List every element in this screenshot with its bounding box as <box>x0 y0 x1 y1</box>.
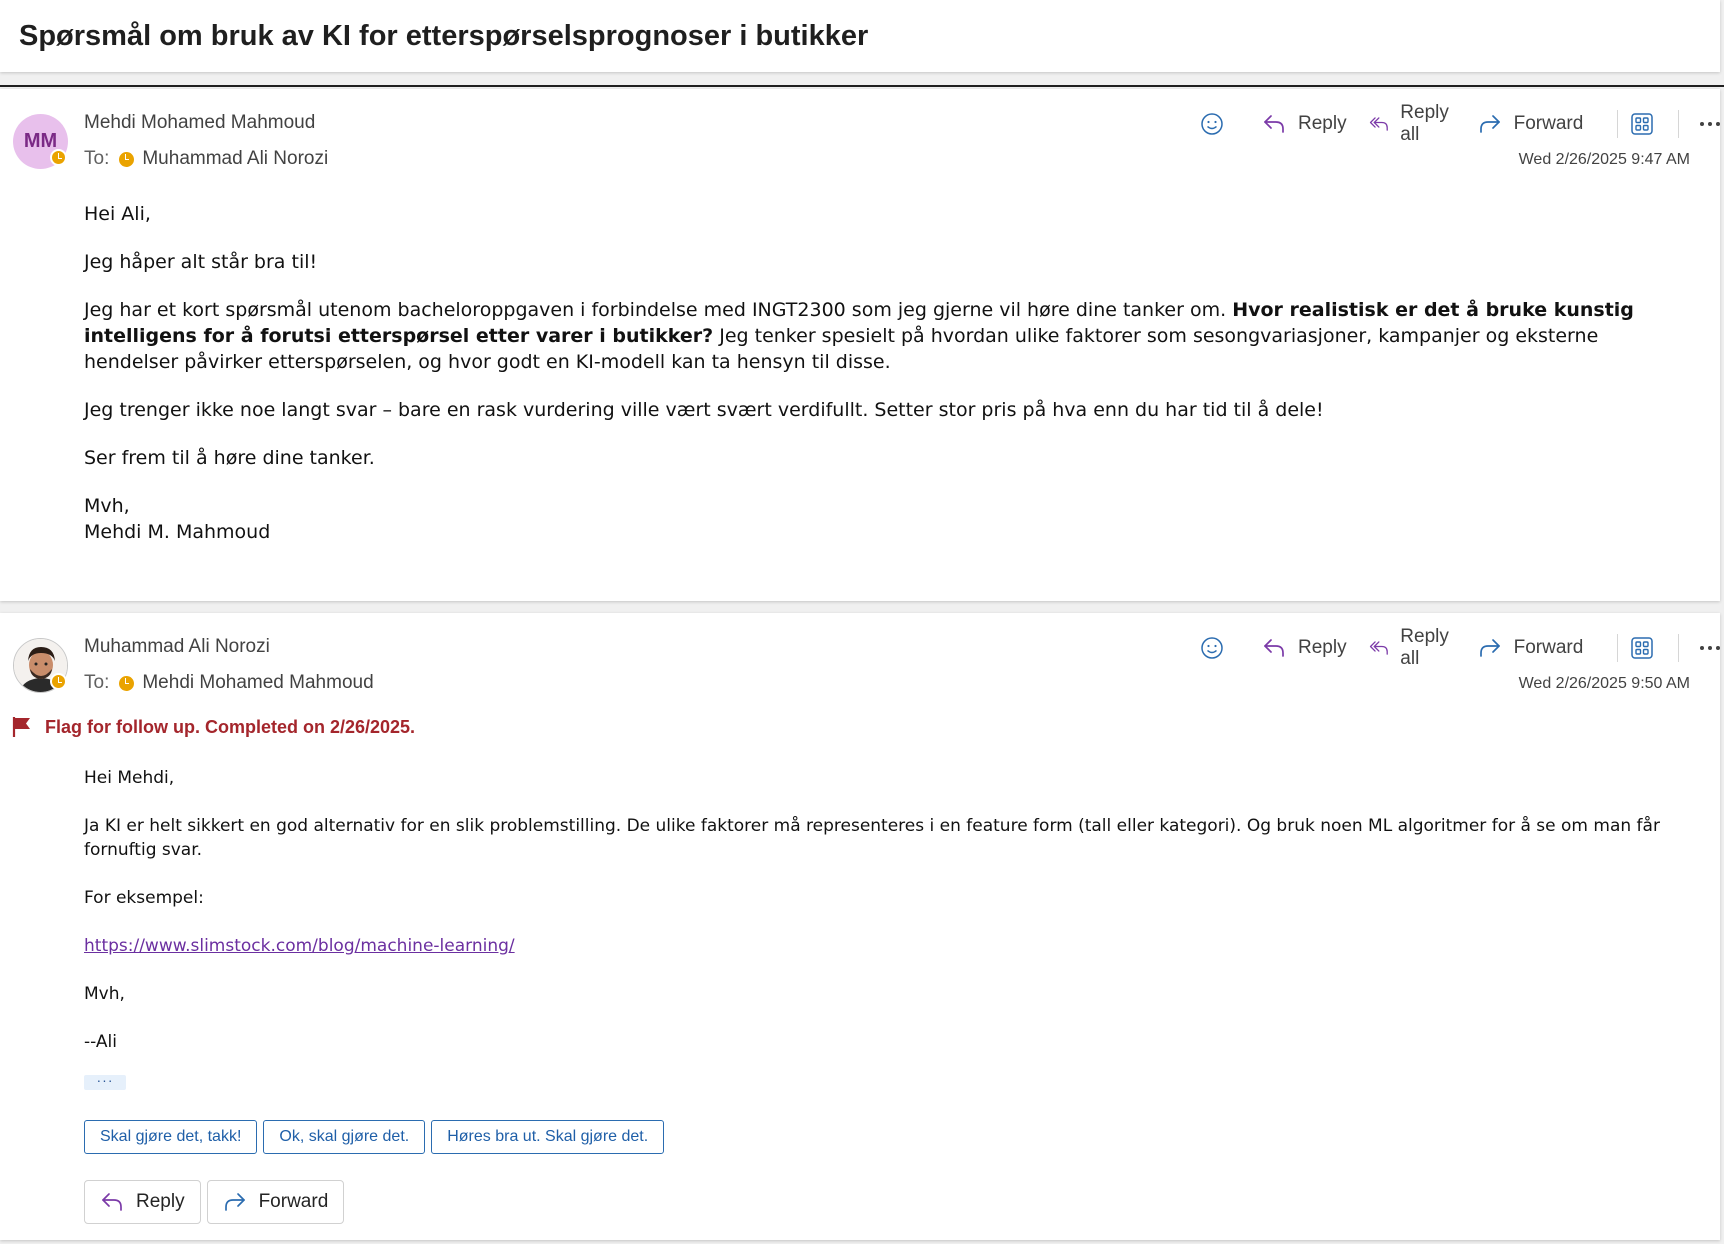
reply-label: Reply <box>136 1191 185 1212</box>
apps-icon <box>1631 637 1653 659</box>
message-body: Hei Mehdi, Ja KI er helt sikkert en god … <box>84 766 1684 1078</box>
signoff: Mvh, <box>84 984 125 1004</box>
signoff: Mvh, <box>84 495 130 517</box>
body-paragraph: Jeg har et kort spørsmål utenom bachelor… <box>84 297 1684 375</box>
apps-button[interactable] <box>1630 636 1666 660</box>
divider <box>0 85 1724 87</box>
body-paragraph: Jeg håper alt står bra til! <box>84 251 318 273</box>
forward-label: Forward <box>1513 637 1584 658</box>
recipient-line: To: Mehdi Mohamed Mahmoud <box>84 672 374 694</box>
flag-icon <box>12 717 30 737</box>
more-actions-button[interactable] <box>1699 121 1724 127</box>
reply-all-label: Reply all <box>1400 626 1449 669</box>
suggested-reply-button[interactable]: Ok, skal gjøre det. <box>263 1120 426 1154</box>
forward-button[interactable]: Forward <box>1478 637 1584 659</box>
message-actions: Reply Reply all Forward <box>1200 102 1724 145</box>
reply-button[interactable]: Reply <box>1262 637 1347 659</box>
sender-name[interactable]: Mehdi Mohamed Mahmoud <box>84 112 315 134</box>
reply-button[interactable]: Reply <box>1262 113 1347 135</box>
presence-away-icon <box>50 149 67 166</box>
recipient-name[interactable]: Muhammad Ali Norozi <box>142 148 328 170</box>
reply-icon <box>102 1193 122 1211</box>
smiley-icon <box>1201 637 1223 659</box>
forward-icon <box>1479 639 1500 657</box>
to-label: To: <box>84 148 110 169</box>
bottom-forward-button[interactable]: Forward <box>206 1180 345 1224</box>
reply-all-label: Reply all <box>1400 102 1449 145</box>
body-paragraph: Ser frem til å høre dine tanker. <box>84 447 375 469</box>
message-card: Muhammad Ali Norozi To: Mehdi Mohamed Ma… <box>0 613 1720 1240</box>
show-quoted-text-button[interactable]: ··· <box>84 1073 126 1090</box>
forward-button[interactable]: Forward <box>1478 113 1584 135</box>
reaction-button[interactable] <box>1200 112 1236 136</box>
presence-away-icon <box>119 151 135 167</box>
suggested-reply-button[interactable]: Høres bra ut. Skal gjøre det. <box>431 1120 665 1154</box>
more-actions-button[interactable] <box>1699 645 1724 651</box>
body-paragraph: Jeg trenger ikke noe langt svar – bare e… <box>84 399 1324 421</box>
suggested-replies: Skal gjøre det, takk! Ok, skal gjøre det… <box>84 1120 670 1154</box>
to-label: To: <box>84 672 110 693</box>
message-actions: Reply Reply all Forward <box>1200 626 1724 669</box>
bottom-actions: Reply Forward <box>84 1180 350 1224</box>
forward-label: Forward <box>1513 113 1584 134</box>
signature: --Ali <box>84 1032 117 1052</box>
reply-all-button[interactable]: Reply all <box>1369 626 1456 670</box>
body-paragraph: For eksempel: <box>84 888 204 908</box>
forward-icon <box>224 1193 245 1211</box>
reply-icon <box>1264 115 1284 133</box>
sender-name[interactable]: Muhammad Ali Norozi <box>84 636 270 658</box>
toolbar-separator <box>1617 110 1619 138</box>
forward-label: Forward <box>258 1191 329 1212</box>
forward-icon <box>1479 115 1500 133</box>
body-paragraph: Ja KI er helt sikkert en god alternativ … <box>84 816 1660 860</box>
reply-all-icon <box>1369 117 1388 131</box>
subject-bar: Spørsmål om bruk av KI for etterspørsels… <box>0 0 1720 72</box>
reply-icon <box>1264 639 1284 657</box>
greeting: Hei Mehdi, <box>84 768 175 788</box>
reply-all-button[interactable]: Reply all <box>1369 102 1456 146</box>
message-body: Hei Ali, Jeg håper alt står bra til! Jeg… <box>84 201 1684 545</box>
sent-date: Wed 2/26/2025 9:50 AM <box>1518 675 1690 692</box>
more-icon <box>1699 122 1720 126</box>
apps-button[interactable] <box>1630 112 1666 136</box>
more-icon <box>1699 646 1720 650</box>
greeting: Hei Ali, <box>84 203 151 225</box>
apps-icon <box>1631 113 1653 135</box>
link-paragraph: https://www.slimstock.com/blog/machine-l… <box>84 934 1684 958</box>
article-link[interactable]: https://www.slimstock.com/blog/machine-l… <box>84 936 515 956</box>
signature: Mehdi M. Mahmoud <box>84 521 271 543</box>
suggested-reply-button[interactable]: Skal gjøre det, takk! <box>84 1120 258 1154</box>
toolbar-separator <box>1678 634 1679 662</box>
question-intro: Jeg har et kort spørsmål utenom bachelor… <box>84 299 1227 321</box>
reply-label: Reply <box>1298 113 1347 134</box>
presence-away-icon <box>119 675 135 691</box>
toolbar-separator <box>1617 634 1619 662</box>
recipient-line: To: Muhammad Ali Norozi <box>84 148 328 170</box>
signature-block: Mvh, Mehdi M. Mahmoud <box>84 493 1684 545</box>
presence-away-icon <box>50 673 67 690</box>
flag-text: Flag for follow up. Completed on 2/26/20… <box>45 716 416 737</box>
message-card: MM Mehdi Mohamed Mahmoud To: Muhammad Al… <box>0 89 1720 601</box>
recipient-name[interactable]: Mehdi Mohamed Mahmoud <box>142 672 373 694</box>
toolbar-separator <box>1678 110 1679 138</box>
bottom-reply-button[interactable]: Reply <box>84 1180 201 1224</box>
smiley-icon <box>1201 113 1223 135</box>
reaction-button[interactable] <box>1200 636 1236 660</box>
reply-all-icon <box>1369 641 1388 655</box>
flag-status[interactable]: Flag for follow up. Completed on 2/26/20… <box>12 716 415 738</box>
sent-date: Wed 2/26/2025 9:47 AM <box>1518 151 1690 168</box>
reply-label: Reply <box>1298 637 1347 658</box>
email-subject: Spørsmål om bruk av KI for etterspørsels… <box>19 20 869 52</box>
